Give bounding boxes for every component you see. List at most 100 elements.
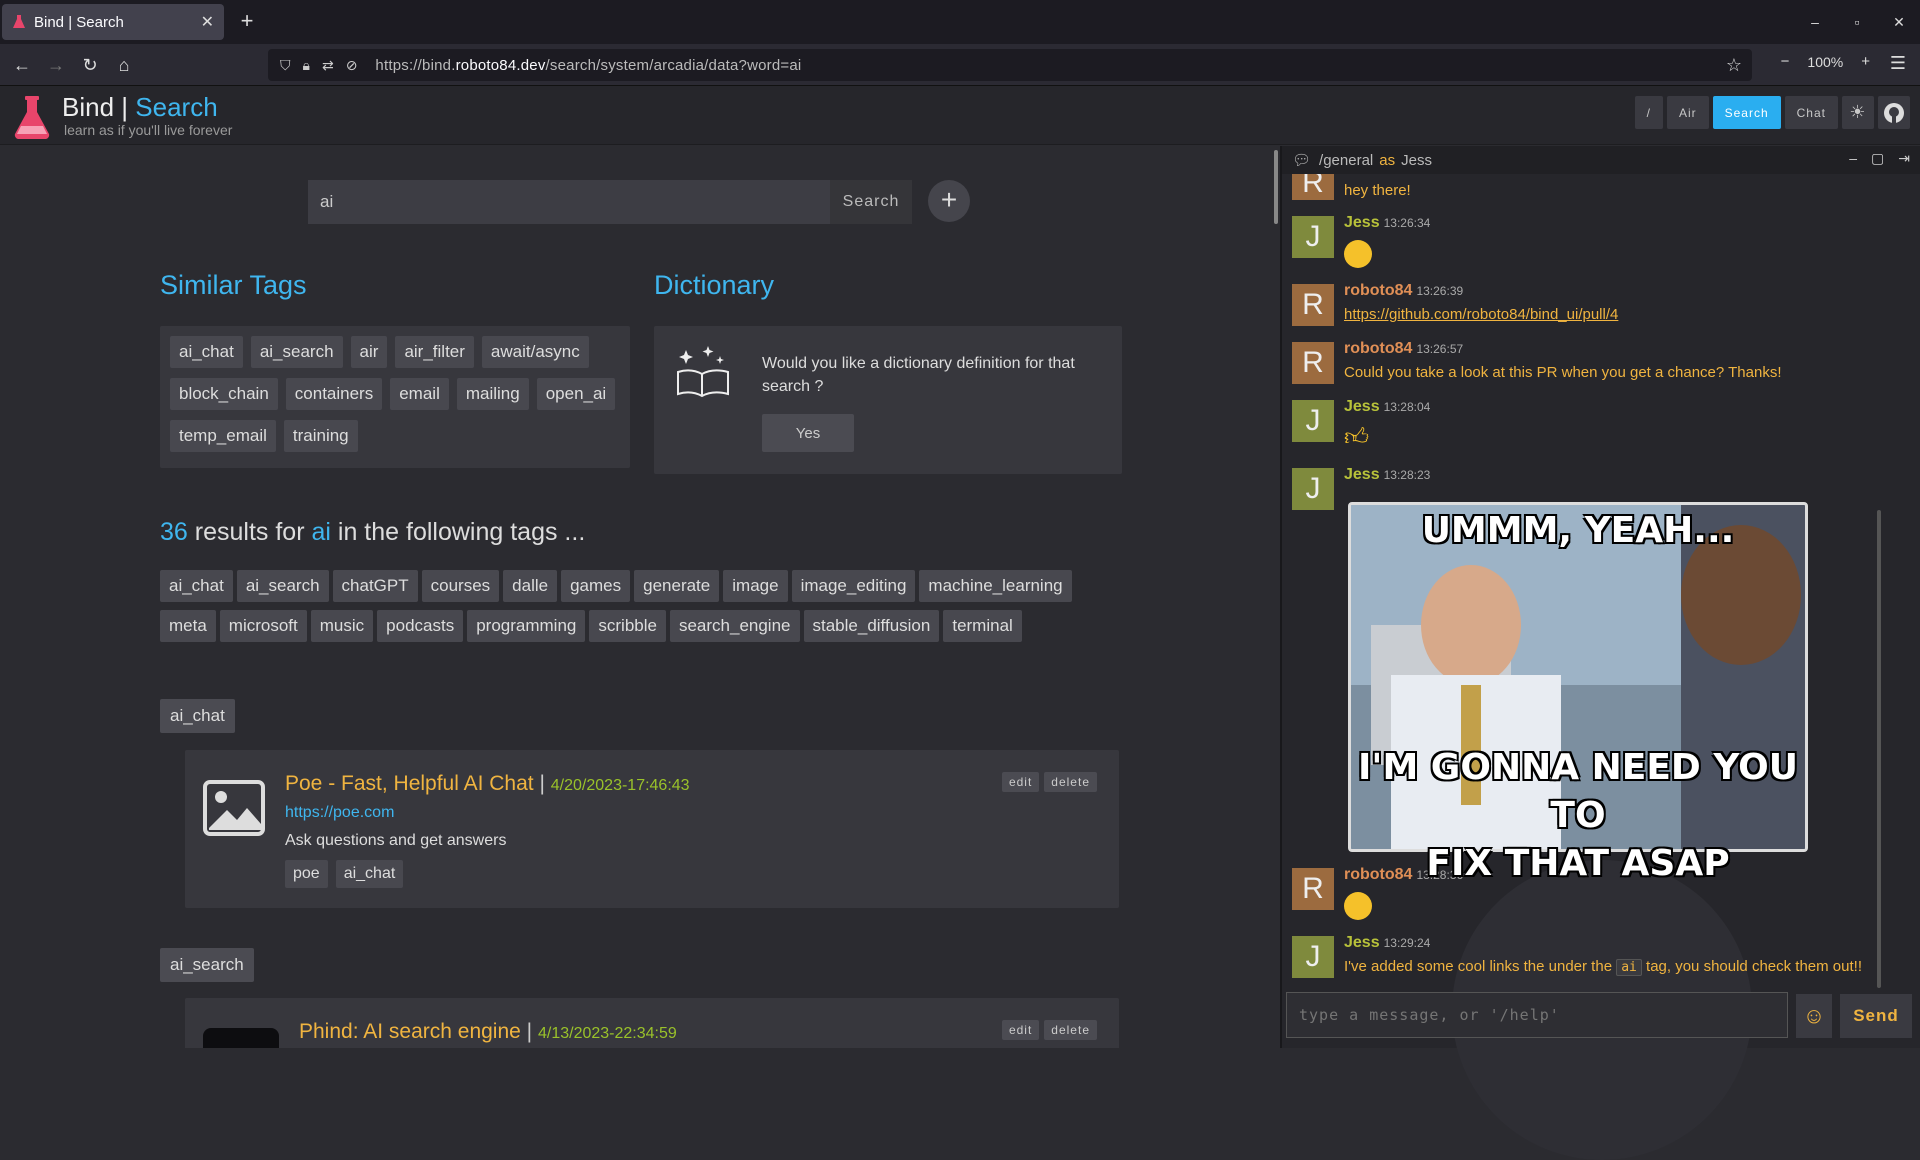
chat-maximize-icon[interactable]: ▢ — [1871, 150, 1884, 167]
message-text: I've added some cool links the under the… — [1344, 958, 1862, 976]
add-link-button[interactable]: + — [928, 180, 970, 222]
message-link[interactable]: https://github.com/roboto84/bind_ui/pull… — [1344, 306, 1618, 323]
tag-chip[interactable]: image — [723, 570, 788, 602]
result-tags-list: ai_chat ai_search chatGPT courses dalle games… — [160, 570, 1100, 650]
meme-bottom-text: I'M GONNA NEED YOU TO FIX THAT ASAP — [1358, 747, 1798, 884]
lock-icon[interactable]: 🔒︎ — [303, 57, 310, 74]
link-description: Ask questions and get answers — [285, 832, 507, 849]
nav-air-button[interactable]: Air — [1666, 96, 1709, 129]
tracking-icon[interactable]: ⊘ — [346, 57, 358, 74]
link-title[interactable]: Poe - Fast, Helpful AI Chat | 4/20/2023-… — [285, 772, 690, 796]
delete-button[interactable]: delete — [1044, 1020, 1097, 1040]
tag-chip[interactable]: terminal — [943, 610, 1022, 642]
link-tag[interactable]: ai_chat — [335, 860, 404, 888]
tag-chip[interactable]: dalle — [503, 570, 558, 602]
tag-chip[interactable]: air — [350, 336, 388, 368]
message-author: roboto84 13:26:57 — [1344, 340, 1464, 357]
avatar: R — [1292, 284, 1334, 326]
chat-popout-icon[interactable]: ⇥ — [1898, 150, 1910, 167]
open-book-icon — [677, 346, 729, 398]
tab-close-icon[interactable]: ✕ — [201, 12, 214, 32]
tag-chip[interactable]: ai_chat — [170, 336, 243, 368]
forward-icon[interactable]: → — [44, 53, 68, 77]
tag-chip[interactable]: ai_search — [236, 570, 329, 602]
top-nav: / Air Search Chat ☀ — [1634, 96, 1910, 129]
emoji-picker-icon[interactable]: ☺ — [1796, 994, 1832, 1038]
main-scrollbar[interactable] — [1274, 150, 1278, 224]
chat-message-input[interactable] — [1286, 992, 1788, 1038]
tag-chip[interactable]: block_chain — [170, 378, 278, 410]
bookmark-star-icon[interactable]: ☆ — [1726, 55, 1742, 76]
chat-channel: /general — [1319, 151, 1374, 169]
tag-chip[interactable]: ai_search — [250, 336, 343, 368]
tag-chip[interactable]: ai_chat — [160, 570, 233, 602]
tag-chip[interactable]: temp_email — [170, 420, 276, 452]
chat-scrollbar[interactable] — [1877, 510, 1881, 988]
zoom-in-icon[interactable]: + — [1861, 53, 1870, 70]
tag-chip[interactable]: music — [310, 610, 374, 642]
search-button[interactable]: Search — [830, 180, 912, 224]
permissions-icon[interactable]: ⇄ — [322, 57, 334, 74]
tag-chip[interactable]: machine_learning — [919, 570, 1072, 602]
thumbs-up-emoji-icon: 👍︎ — [1344, 424, 1370, 451]
search-input[interactable] — [308, 180, 830, 224]
link-tag[interactable]: poe — [285, 860, 328, 888]
new-tab-icon[interactable]: + — [234, 8, 260, 34]
tag-chip[interactable]: courses — [421, 570, 500, 602]
browser-tab[interactable]: Bind | Search ✕ — [2, 4, 224, 40]
chat-user: Jess — [1401, 151, 1432, 169]
tag-chip[interactable]: chatGPT — [332, 570, 418, 602]
tab-title: Bind | Search — [34, 13, 124, 31]
tag-chip[interactable]: stable_diffusion — [803, 610, 940, 642]
home-icon[interactable]: ⌂ — [112, 53, 136, 77]
zoom-level[interactable]: 100% — [1807, 54, 1843, 70]
nav-chat-button[interactable]: Chat — [1784, 96, 1838, 129]
edit-button[interactable]: edit — [1001, 772, 1040, 792]
edit-button[interactable]: edit — [1001, 1020, 1040, 1040]
dictionary-prompt: Would you like a dictionary definition f… — [762, 355, 1075, 395]
tag-chip[interactable]: scribble — [589, 610, 666, 642]
tag-chip[interactable]: generate — [634, 570, 720, 602]
tag-chip[interactable]: games — [561, 570, 631, 602]
tag-chip[interactable]: podcasts — [377, 610, 464, 642]
search-box: Search — [308, 180, 912, 224]
menu-icon[interactable]: ☰ — [1890, 53, 1906, 74]
zoom-out-icon[interactable]: − — [1781, 53, 1790, 70]
url-bar[interactable]: ⛉ 🔒︎ ⇄ ⊘ https://bind.roboto84.dev/searc… — [268, 49, 1752, 81]
dictionary-yes-button[interactable]: Yes — [762, 414, 854, 452]
tag-chip[interactable]: programming — [467, 610, 586, 642]
tag-chip[interactable]: search_engine — [669, 610, 800, 642]
tag-chip[interactable]: mailing — [456, 378, 529, 410]
maximize-icon[interactable]: ▫ — [1836, 0, 1878, 44]
tag-chip[interactable]: meta — [160, 610, 216, 642]
tag-chip[interactable]: email — [390, 378, 449, 410]
tag-chip[interactable]: microsoft — [219, 610, 307, 642]
nav-search-button[interactable]: Search — [1712, 96, 1781, 129]
link-title[interactable]: Phind: AI search engine | 4/13/2023-22:3… — [299, 1020, 677, 1044]
chat-bubble-icon: 💬︎ — [1292, 152, 1312, 169]
chat-minimize-icon[interactable]: – — [1849, 150, 1857, 167]
link-card: Poe - Fast, Helpful AI Chat | 4/20/2023-… — [185, 750, 1119, 908]
group-tag-ai-chat[interactable]: ai_chat — [160, 699, 235, 733]
back-icon[interactable]: ← — [10, 53, 34, 77]
reload-icon[interactable]: ↻ — [78, 53, 102, 77]
tag-chip[interactable]: air_filter — [395, 336, 474, 368]
send-button[interactable]: Send — [1840, 994, 1912, 1038]
tag-chip[interactable]: open_ai — [536, 378, 616, 410]
tag-chip[interactable]: containers — [285, 378, 383, 410]
message-author: Jess 13:28:23 — [1344, 466, 1431, 483]
shield-icon[interactable]: ⛉ — [280, 57, 291, 74]
close-window-icon[interactable]: ✕ — [1878, 0, 1920, 44]
tag-chip[interactable]: image_editing — [791, 570, 916, 602]
delete-button[interactable]: delete — [1044, 772, 1097, 792]
group-tag-ai-search[interactable]: ai_search — [160, 948, 254, 982]
nav-root-button[interactable]: / — [1634, 96, 1663, 129]
github-icon[interactable] — [1878, 96, 1910, 129]
tag-chip[interactable]: await/async — [481, 336, 589, 368]
theme-sun-icon[interactable]: ☀ — [1842, 96, 1874, 129]
message-author: roboto84 13:26:39 — [1344, 282, 1464, 299]
link-url[interactable]: https://poe.com — [285, 804, 394, 822]
tag-chip[interactable]: training — [283, 420, 358, 452]
browser-navbar: ← → ↻ ⌂ ⛉ 🔒︎ ⇄ ⊘ https://bind.roboto84.d… — [0, 44, 1920, 86]
minimize-icon[interactable]: – — [1794, 0, 1836, 44]
